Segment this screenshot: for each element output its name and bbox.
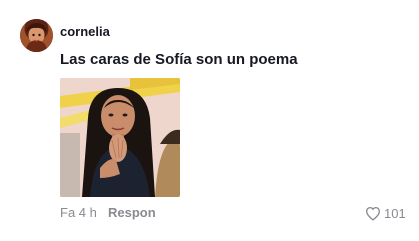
comment-item: cornelia Las caras de Sofía son un poema [0,0,419,241]
reply-button[interactable]: Respon [108,205,156,220]
avatar[interactable] [20,19,53,52]
username[interactable]: cornelia [60,24,110,39]
avatar-image [20,19,53,52]
like-count: 101 [384,205,406,221]
comment-text: Las caras de Sofía son un poema [60,51,298,68]
heart-outline-icon [366,206,380,220]
like-button[interactable]: 101 [365,203,406,223]
comment-gif-image[interactable] [60,78,180,197]
comment-timestamp: Fa 4 h [60,205,97,220]
